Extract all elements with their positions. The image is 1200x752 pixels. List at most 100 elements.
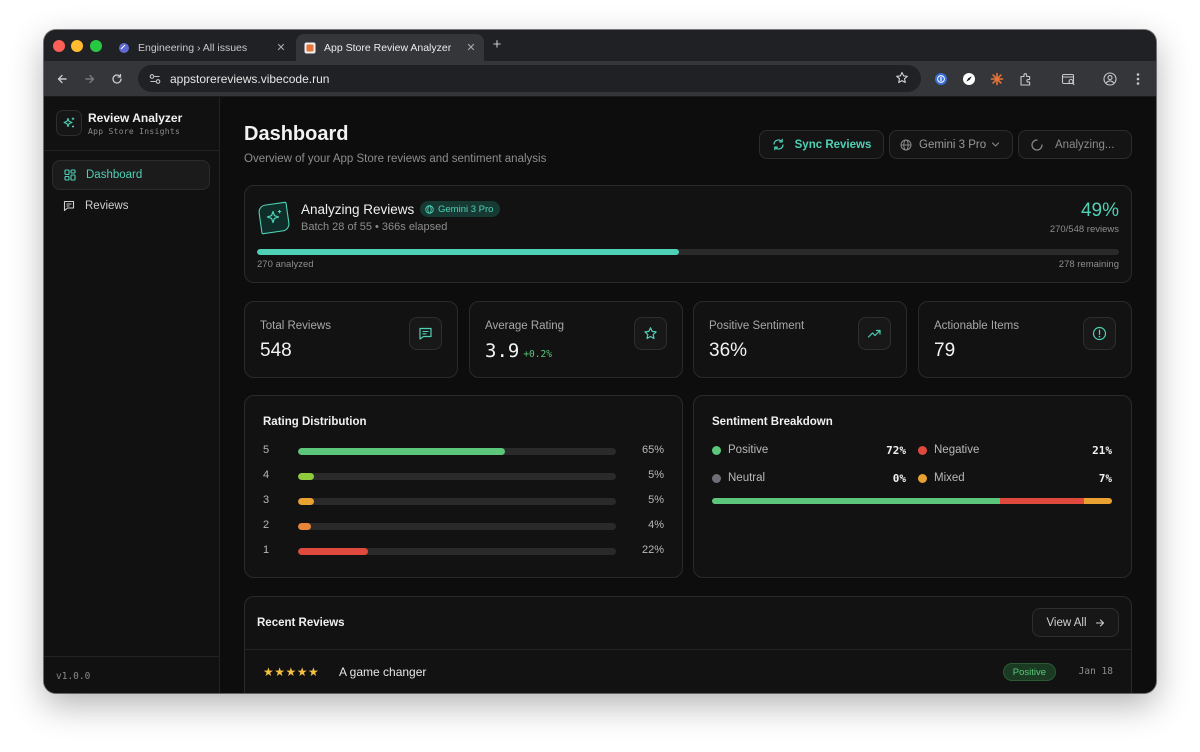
sentiment-label: Neutral [728,472,766,484]
browser-window: Engineering › All issues ✕ App Store Rev… [44,30,1156,693]
rating-percent: 5% [648,469,664,481]
model-select[interactable]: Gemini 3 Pro [889,130,1013,159]
rating-percent: 65% [641,444,664,456]
sentiment-stacked-bar [712,498,1112,504]
asterisk-extension-icon[interactable] [988,70,1006,88]
sentiment-dot [918,446,927,455]
trending-up-icon [858,317,891,350]
rating-star-label: 1 [263,544,270,556]
review-row[interactable]: ★★★★★ A game changer Positive Jan 18 [245,650,1131,693]
forward-arrow-icon[interactable] [80,69,100,89]
close-window-button[interactable] [53,40,65,52]
stat-card-positive-sentiment: Positive Sentiment 36% [693,301,907,378]
new-tab-plus-icon[interactable]: + [488,36,506,53]
model-label: Gemini 3 Pro [919,138,987,151]
stat-value: 3.9 +0.2% [485,340,552,362]
sentiment-negative: Negative 21% [918,444,1112,458]
rating-bar-fill [298,548,368,555]
sync-reviews-button[interactable]: Sync Reviews [759,130,884,159]
sidebar-item-label: Reviews [85,200,129,212]
reload-icon[interactable] [107,69,127,89]
tab-close-icon[interactable]: ✕ [274,41,288,54]
sync-label: Sync Reviews [794,138,872,151]
sidebar: Review Analyzer App Store Insights Dashb… [44,97,220,693]
main-content: Dashboard Overview of your App Store rev… [221,97,1156,693]
analyzing-label: Analyzing... [1055,138,1115,151]
sentiment-label: Positive [728,444,769,456]
rating-star-label: 2 [263,519,270,531]
stat-card-total-reviews: Total Reviews 548 [244,301,458,378]
more-vertical-icon[interactable] [1129,70,1147,88]
bookmark-star-icon[interactable] [895,71,909,85]
progress-percent: 49% [1080,200,1119,221]
rating-bar [298,473,616,480]
sentiment-dot [712,446,721,455]
browser-toolbar: appstorereviews.vibecode.run [44,61,1156,97]
sentiment-dot [918,474,927,483]
rating-row-5: 5 65% [263,444,664,458]
extensions-puzzle-icon[interactable] [1017,70,1035,88]
refresh-icon [773,138,784,151]
batch-status: Batch 28 of 55 • 366s elapsed [301,221,448,233]
chevron-down-icon [991,142,1000,147]
sentiment-percent: 21% [1092,444,1112,457]
password-manager-extension-icon[interactable] [932,70,950,88]
brand-subtitle: App Store Insights [88,127,181,136]
stat-value: 548 [260,340,292,361]
sentiment-percent: 72% [886,444,906,457]
sidebar-item-reviews[interactable]: Reviews [52,191,210,221]
sentiment-dot [712,474,721,483]
sentiment-mixed: Mixed 7% [918,472,1112,486]
profile-avatar-icon[interactable] [1101,70,1119,88]
browser-tab-engineering[interactable]: Engineering › All issues ✕ [110,34,294,61]
brand: Review Analyzer App Store Insights [44,97,219,151]
compass-extension-icon[interactable] [960,70,978,88]
minimize-window-button[interactable] [71,40,83,52]
rating-star-label: 5 [263,444,270,456]
rating-bar-fill [298,473,314,480]
tab-close-icon[interactable]: ✕ [464,41,478,54]
sparkles-icon [56,110,82,136]
rating-percent: 4% [648,519,664,531]
analysis-progress-card: Analyzing Reviews Gemini 3 Pro Batch 28 … [244,185,1132,283]
site-settings-icon[interactable] [148,72,162,86]
recent-reviews-card: Recent Reviews View All ★★★★★ A game cha… [244,596,1132,693]
back-arrow-icon[interactable] [52,69,72,89]
tab-title: App Store Review Analyzer [324,41,452,54]
panel-title: Rating Distribution [263,416,367,428]
sidebar-item-dashboard[interactable]: Dashboard [52,160,210,190]
rating-row-3: 3 5% [263,494,664,508]
url-text: appstorereviews.vibecode.run [170,71,330,86]
sentiment-neutral: Neutral 0% [712,472,906,486]
model-badge: Gemini 3 Pro [420,201,501,217]
sidebar-footer: v1.0.0 [44,656,219,693]
alert-circle-icon [1083,317,1116,350]
search-tabs-icon[interactable] [1059,70,1077,88]
sentiment-percent: 0% [892,472,906,485]
page-subtitle: Overview of your App Store reviews and s… [244,153,547,165]
rating-bar-fill [298,523,311,530]
page-title: Dashboard [244,123,349,145]
stat-card-average-rating: Average Rating 3.9 +0.2% [469,301,683,378]
stat-value: 36% [709,340,748,361]
sentiment-percent: 7% [1098,472,1112,485]
model-badge-label: Gemini 3 Pro [438,203,494,215]
sparkles-icon [258,201,290,235]
stat-label: Total Reviews [260,320,331,332]
globe-icon [900,139,912,150]
view-all-button[interactable]: View All [1032,608,1119,637]
rating-bar [298,548,616,555]
maximize-window-button[interactable] [90,40,102,52]
stat-label: Actionable Items [934,320,1020,332]
rating-star-label: 4 [263,469,270,481]
rating-percent: 22% [641,544,664,556]
rating-percent: 5% [648,494,664,506]
address-bar[interactable]: appstorereviews.vibecode.run [138,65,921,92]
sentiment-label: Negative [934,444,980,456]
stat-label: Positive Sentiment [709,320,805,332]
analyzing-button[interactable]: Analyzing... [1018,130,1132,159]
stat-delta: +0.2% [523,349,552,360]
browser-tab-review-analyzer[interactable]: App Store Review Analyzer ✕ [296,34,484,61]
view-all-label: View All [1046,616,1087,629]
arrow-right-icon [1095,618,1104,627]
